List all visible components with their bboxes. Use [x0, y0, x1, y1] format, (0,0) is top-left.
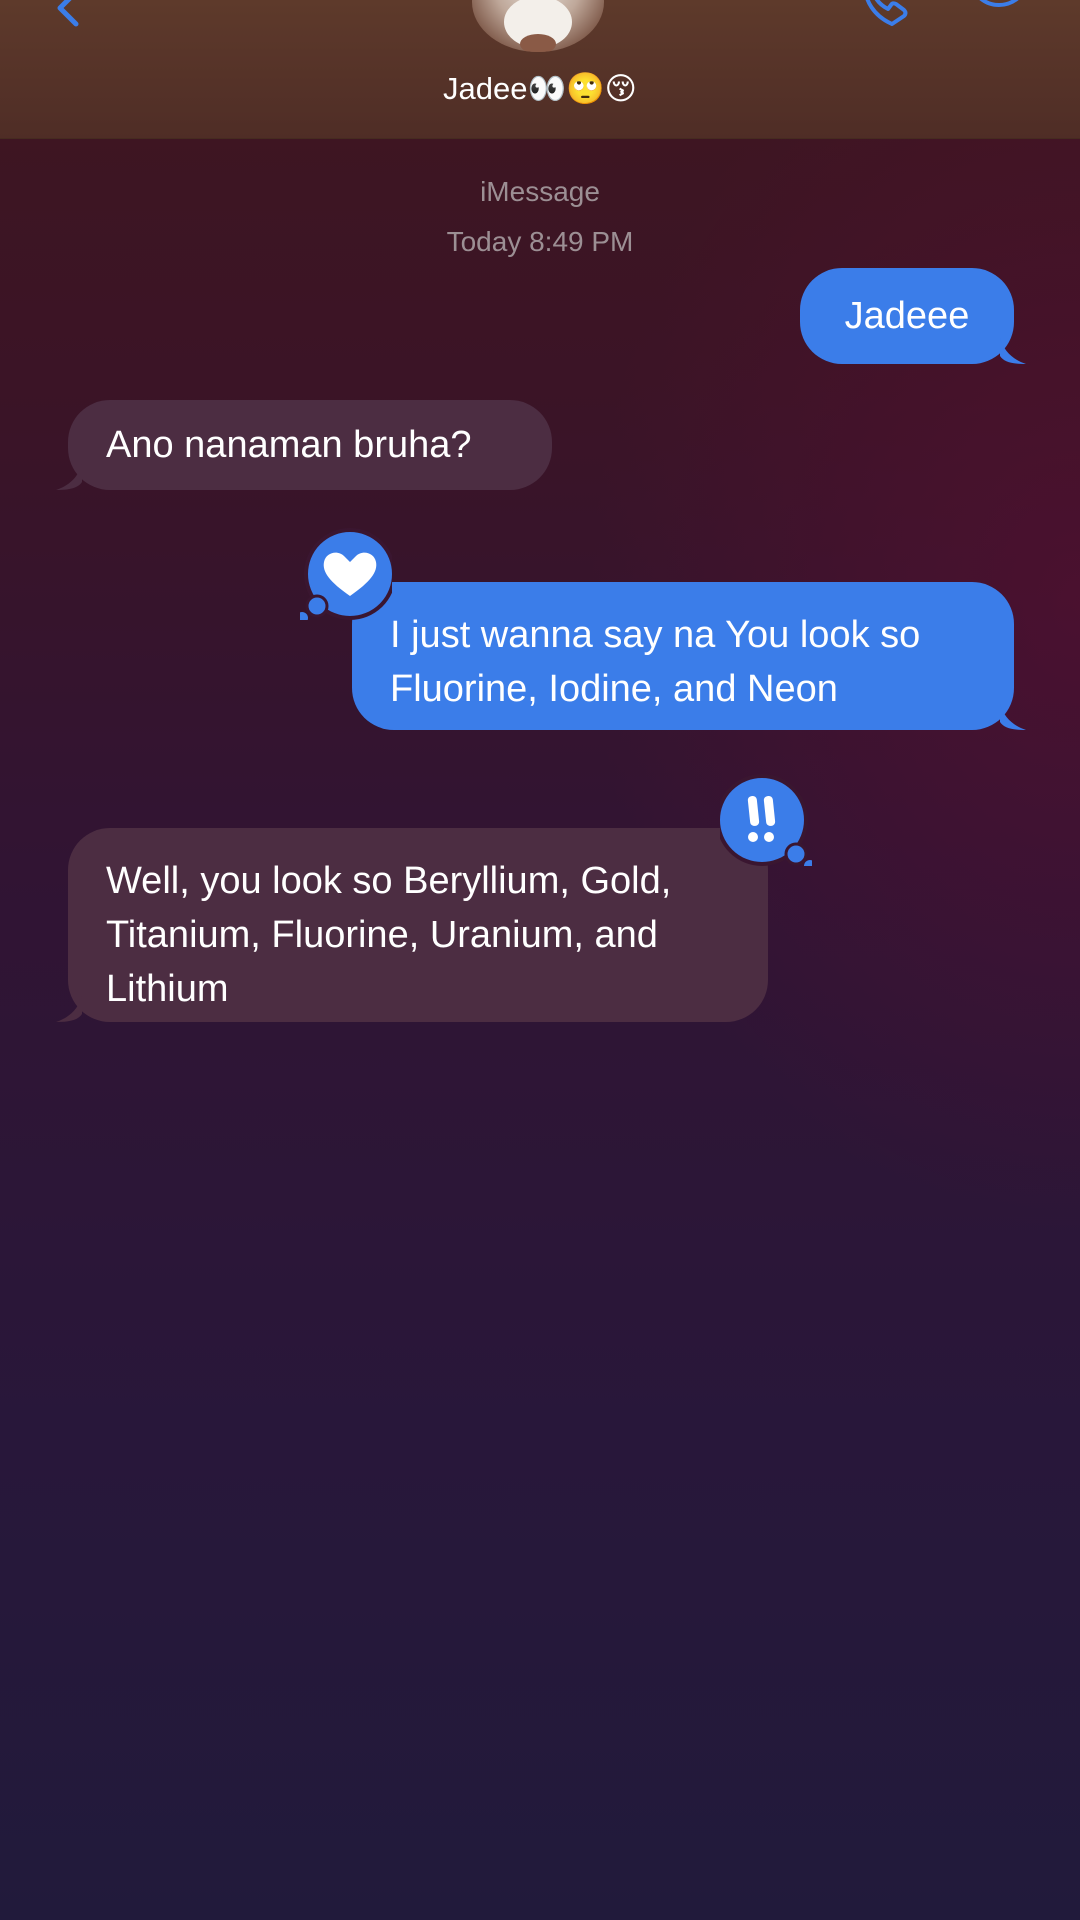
exclamation-tapback-icon[interactable]: [720, 774, 812, 866]
avatar-photo: [504, 0, 572, 52]
contact-avatar[interactable]: [472, 0, 604, 52]
received-message-bubble[interactable]: Well, you look so Beryllium, Gold, Titan…: [56, 828, 768, 1022]
sent-message-bubble[interactable]: Jadeee: [800, 268, 1026, 364]
message-text: Jadeee: [844, 295, 970, 337]
phone-icon[interactable]: [860, 0, 920, 28]
bubble-tail: [1000, 704, 1026, 730]
back-chevron-icon[interactable]: [46, 0, 86, 34]
conversation-header: Jadee👀🙄😚: [0, 0, 1080, 139]
info-icon[interactable]: [964, 0, 1034, 24]
sent-message-bubble[interactable]: I just wanna say na You look so Fluorine…: [352, 582, 1026, 730]
received-message-bubble[interactable]: Ano nanaman bruha?: [56, 400, 552, 490]
bubble-tail: [56, 996, 82, 1022]
message-text: I just wanna say na You look so Fluorine…: [390, 614, 921, 710]
message-text: Ano nanaman bruha?: [106, 424, 472, 466]
bubble-tail: [1000, 338, 1026, 364]
bubble-tail: [56, 464, 82, 490]
heart-tapback-icon[interactable]: [300, 528, 392, 620]
service-label: iMessage: [480, 176, 600, 207]
contact-name[interactable]: Jadee👀🙄😚: [0, 70, 1080, 107]
message-text: Well, you look so Beryllium, Gold, Titan…: [106, 860, 672, 1010]
message-timestamp: Today 8:49 PM: [446, 226, 634, 257]
